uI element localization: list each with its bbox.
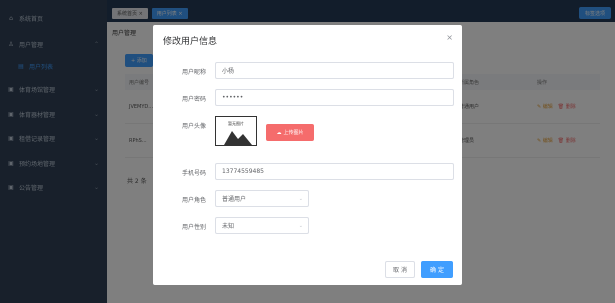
dialog-title: 修改用户信息 xyxy=(163,37,218,47)
role-select[interactable]: 普通用户 ⌄ xyxy=(215,190,309,207)
nickname-input[interactable]: 小杨 xyxy=(215,62,454,79)
gender-value: 未知 xyxy=(222,223,235,230)
avatar-label: 用户头像 xyxy=(181,123,206,130)
phone-label: 手机号码 xyxy=(181,170,206,177)
gender-select[interactable]: 未知 ⌄ xyxy=(215,217,309,234)
confirm-button[interactable]: 确 定 xyxy=(421,261,453,278)
gender-label: 用户性别 xyxy=(181,224,206,231)
role-label: 用户角色 xyxy=(181,197,206,204)
cancel-button[interactable]: 取 消 xyxy=(385,261,415,278)
role-value: 普通用户 xyxy=(222,196,247,203)
mountain-placeholder-icon xyxy=(224,131,252,145)
close-icon[interactable]: × xyxy=(446,33,453,42)
cloud-upload-icon: ☁ xyxy=(276,129,282,136)
password-label: 用户密码 xyxy=(181,96,206,103)
password-input[interactable]: •••••• xyxy=(215,89,454,106)
nickname-label: 用户昵称 xyxy=(181,69,206,76)
avatar-preview: 暂无图片 xyxy=(215,116,257,146)
phone-input[interactable]: 13774559485 xyxy=(215,163,454,180)
chevron-down-icon: ⌄ xyxy=(298,195,303,202)
upload-label: 上传图片 xyxy=(283,130,304,136)
edit-user-dialog: 修改用户信息 × 用户昵称 小杨 用户密码 •••••• 用户头像 暂无图片 ☁… xyxy=(153,25,462,285)
chevron-down-icon: ⌄ xyxy=(298,222,303,229)
upload-image-button[interactable]: ☁ 上传图片 xyxy=(266,124,314,141)
